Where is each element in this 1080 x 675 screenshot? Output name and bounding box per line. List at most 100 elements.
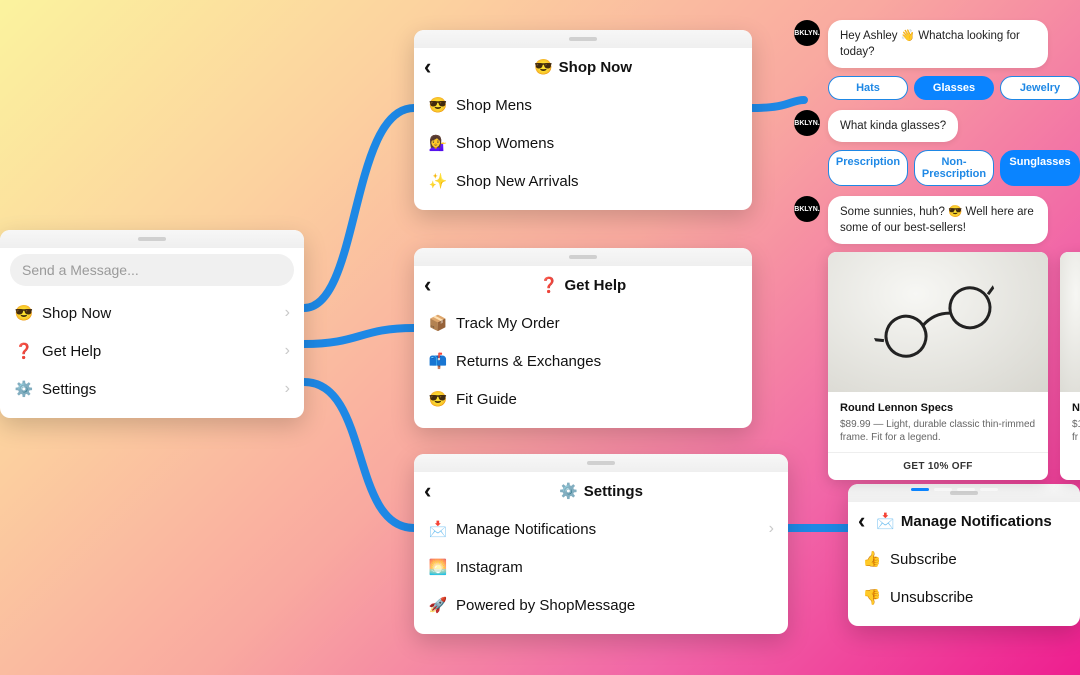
product-title: Round Lennon Specs: [840, 402, 1036, 414]
back-button[interactable]: ‹: [424, 56, 431, 78]
dot-active[interactable]: [911, 488, 929, 491]
chevron-right-icon: ›: [285, 380, 290, 398]
product-card-next[interactable]: N $1 fr: [1060, 252, 1080, 480]
menu-item-instagram[interactable]: 🌅 Instagram: [414, 548, 788, 586]
menu-label: Shop New Arrivals: [456, 173, 579, 190]
card-title-text: Get Help: [565, 277, 627, 294]
back-button[interactable]: ‹: [424, 480, 431, 502]
product-cta-button[interactable]: GET 10% OFF: [828, 452, 1048, 480]
mailbox-icon: 📫: [428, 352, 448, 370]
chip-jewelry[interactable]: Jewelry: [1000, 76, 1080, 100]
drag-handle[interactable]: [414, 248, 752, 266]
product-title: N: [1072, 402, 1080, 414]
sunglasses-icon: 😎: [428, 390, 448, 408]
menu-item-shop-now[interactable]: 😎 Shop Now ›: [0, 294, 304, 332]
menu-label: Returns & Exchanges: [456, 353, 601, 370]
card-title-text: Manage Notifications: [901, 513, 1052, 530]
menu-item-fit-guide[interactable]: 😎 Fit Guide: [414, 380, 752, 418]
gear-icon: ⚙️: [14, 380, 34, 398]
product-card[interactable]: Round Lennon Specs $89.99 — Light, durab…: [828, 252, 1048, 480]
product-carousel[interactable]: Round Lennon Specs $89.99 — Light, durab…: [794, 252, 1080, 480]
chip-row-2: Prescription Non-Prescription Sunglasses: [794, 150, 1080, 186]
menu-item-subscribe[interactable]: 👍 Subscribe: [848, 540, 1080, 578]
chevron-right-icon: ›: [285, 342, 290, 360]
envelope-icon: 📩: [428, 520, 448, 538]
thumbs-down-icon: 👎: [862, 588, 882, 606]
product-image: [828, 252, 1048, 392]
back-button[interactable]: ‹: [424, 274, 431, 296]
menu-item-unsubscribe[interactable]: 👎 Unsubscribe: [848, 578, 1080, 616]
chat-preview: BKLYN. Hey Ashley 👋 Whatcha looking for …: [794, 20, 1080, 491]
menu-item-get-help[interactable]: ❓ Get Help ›: [0, 332, 304, 370]
chat-bubble: Hey Ashley 👋 Whatcha looking for today?: [828, 20, 1048, 68]
root-menu-card: Send a Message... 😎 Shop Now › ❓ Get Help …: [0, 230, 304, 418]
gear-icon: ⚙️: [559, 482, 578, 500]
shop-now-card: ‹ 😎 Shop Now 😎Shop Mens 💁‍♀️Shop Womens …: [414, 30, 752, 210]
menu-item-manage-notifications[interactable]: 📩 Manage Notifications ›: [414, 510, 788, 548]
chip-hats[interactable]: Hats: [828, 76, 908, 100]
person-icon: 💁‍♀️: [428, 134, 448, 152]
notifications-card: ‹ 📩 Manage Notifications 👍 Subscribe 👎 Uns…: [848, 484, 1080, 626]
menu-item-shop-womens[interactable]: 💁‍♀️ Shop Womens: [414, 124, 752, 162]
product-description: $1 fr: [1072, 418, 1080, 444]
back-button[interactable]: ‹: [858, 510, 865, 532]
chip-glasses[interactable]: Glasses: [914, 76, 994, 100]
question-icon: ❓: [14, 342, 34, 360]
sparkle-icon: ✨: [428, 172, 448, 190]
menu-label: Instagram: [456, 559, 523, 576]
menu-label: Shop Womens: [456, 135, 554, 152]
menu-label: Settings: [42, 381, 96, 398]
menu-item-shop-mens[interactable]: 😎 Shop Mens: [414, 86, 752, 124]
product-description: $89.99 — Light, durable classic thin-rim…: [840, 418, 1036, 444]
chevron-right-icon: ›: [769, 520, 774, 538]
menu-label: Track My Order: [456, 315, 560, 332]
menu-label: Powered by ShopMessage: [456, 597, 635, 614]
dot[interactable]: [934, 488, 952, 491]
menu-item-shop-new[interactable]: ✨ Shop New Arrivals: [414, 162, 752, 200]
menu-item-powered-by[interactable]: 🚀 Powered by ShopMessage: [414, 586, 788, 624]
chip-prescription[interactable]: Prescription: [828, 150, 908, 186]
menu-item-track-order[interactable]: 📦 Track My Order: [414, 304, 752, 342]
menu-label: Get Help: [42, 343, 101, 360]
drag-handle[interactable]: [414, 454, 788, 472]
chip-non-prescription[interactable]: Non-Prescription: [914, 150, 994, 186]
drag-handle[interactable]: [414, 30, 752, 48]
chevron-right-icon: ›: [285, 304, 290, 322]
package-icon: 📦: [428, 314, 448, 332]
search-placeholder: Send a Message...: [22, 262, 139, 278]
sunglasses-icon: 😎: [428, 96, 448, 114]
brand-avatar: BKLYN.: [794, 196, 820, 222]
card-title-text: Shop Now: [559, 59, 632, 76]
chat-bubble: Some sunnies, huh? 😎 Well here are some …: [828, 196, 1048, 244]
sunglasses-illustration: [868, 273, 1007, 372]
search-input[interactable]: Send a Message...: [10, 254, 294, 286]
sunglasses-icon: 😎: [534, 58, 553, 76]
carousel-dots: [794, 488, 1080, 491]
menu-label: Manage Notifications: [456, 521, 596, 538]
menu-item-returns[interactable]: 📫 Returns & Exchanges: [414, 342, 752, 380]
get-help-card: ‹ ❓ Get Help 📦 Track My Order 📫 Returns & …: [414, 248, 752, 428]
chip-sunglasses[interactable]: Sunglasses: [1000, 150, 1080, 186]
menu-label: Shop Mens: [456, 97, 532, 114]
chip-row-1: Hats Glasses Jewelry: [794, 76, 1080, 100]
chat-bubble: What kinda glasses?: [828, 110, 958, 142]
sunglasses-icon: 😎: [14, 304, 34, 322]
brand-avatar: BKLYN.: [794, 110, 820, 136]
question-icon: ❓: [540, 276, 559, 294]
product-image: [1060, 252, 1080, 392]
envelope-icon: 📩: [876, 512, 895, 530]
menu-item-settings[interactable]: ⚙️ Settings ›: [0, 370, 304, 408]
thumbs-up-icon: 👍: [862, 550, 882, 568]
menu-label: Unsubscribe: [890, 589, 973, 606]
instagram-icon: 🌅: [428, 558, 448, 576]
dot[interactable]: [980, 488, 998, 491]
settings-card: ‹ ⚙️ Settings 📩 Manage Notifications › 🌅 In…: [414, 454, 788, 634]
brand-avatar: BKLYN.: [794, 20, 820, 46]
drag-handle[interactable]: [0, 230, 304, 248]
menu-label: Subscribe: [890, 551, 957, 568]
menu-label: Shop Now: [42, 305, 111, 322]
menu-label: Fit Guide: [456, 391, 517, 408]
card-title-text: Settings: [584, 483, 643, 500]
dot[interactable]: [957, 488, 975, 491]
rocket-icon: 🚀: [428, 596, 448, 614]
